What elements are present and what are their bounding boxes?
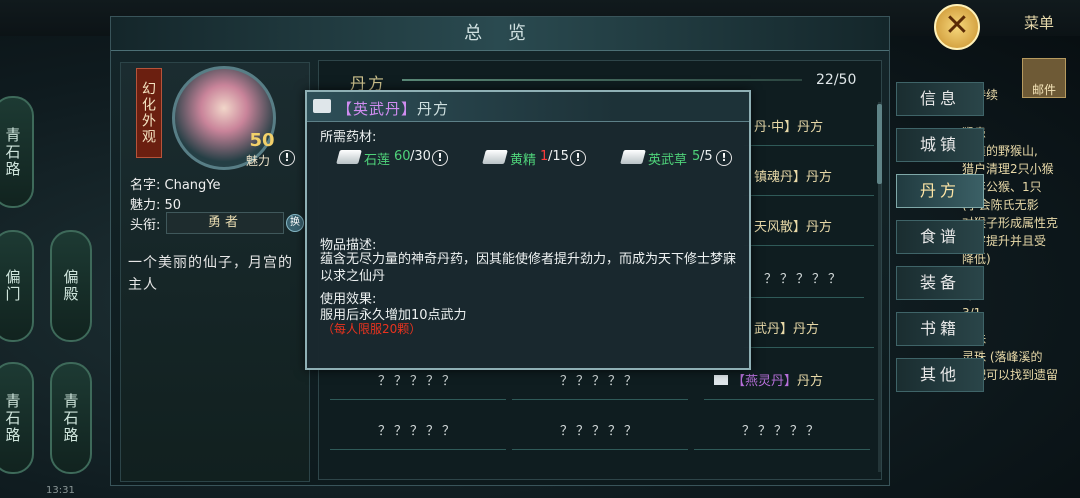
appearance-button[interactable]: 幻化外观: [136, 68, 162, 158]
recipe-cell[interactable]: 武丹】丹方: [744, 312, 874, 348]
material-name: 英武草: [648, 153, 688, 168]
recipe-cell[interactable]: ？？？？？: [512, 414, 688, 450]
recipe-name: 镇魂丹】丹方: [754, 170, 833, 185]
tooltip-title: 【英武丹】丹方: [337, 98, 449, 119]
tooltip-header: 【英武丹】丹方: [307, 92, 749, 122]
recipe-name: ？？？？？: [763, 272, 844, 287]
material-need: /30: [410, 149, 431, 164]
tab-town[interactable]: 城镇: [896, 128, 984, 162]
map-node-5[interactable]: 青石路: [50, 362, 92, 474]
recipe-count: 22/50: [816, 72, 857, 88]
map-node-2[interactable]: 偏门: [0, 230, 34, 342]
mail-button[interactable]: 邮件: [1022, 58, 1066, 98]
description-text: 蕴含无尽力量的神奇丹药，因其能使修者提升劲力，而成为天下修士梦寐以求之仙丹: [320, 252, 737, 284]
tab-cookbook[interactable]: 食谱: [896, 220, 984, 254]
material-icon: [620, 150, 646, 164]
map-node-label: 青石路: [3, 392, 22, 444]
material-have: 60: [394, 149, 411, 164]
recipe-cell[interactable]: ？？？？？: [694, 414, 870, 450]
recipe-cell[interactable]: 镇魂丹】丹方: [744, 160, 874, 196]
map-node-label: 偏门: [3, 269, 22, 303]
charm-badge: 50: [249, 130, 275, 151]
scrollbar-thumb[interactable]: [877, 104, 882, 184]
material-name: 黄精: [510, 153, 537, 168]
charm-label: 魅力: [246, 154, 271, 168]
recipe-tag: 【燕灵丹】: [732, 374, 798, 389]
recipe-cell[interactable]: 天风散】丹方: [744, 210, 874, 246]
recipe-name: ？？？？？: [559, 374, 640, 389]
material-name: 石莲: [364, 153, 391, 168]
tab-info[interactable]: 信息: [896, 82, 984, 116]
window-title: 总 览: [111, 17, 889, 51]
material-icon: [482, 150, 508, 164]
recipe-cell[interactable]: ？？？？？: [744, 262, 864, 298]
materials-label: 所需药材:: [320, 130, 377, 145]
tooltip-title-tag: 【英武丹】: [337, 100, 418, 118]
recipe-name: 丹·中】丹方: [754, 120, 824, 135]
recipe-cell[interactable]: ？？？？？: [330, 414, 506, 450]
character-bio: 一个美丽的仙子，月宫的主人: [128, 255, 293, 293]
map-node-3[interactable]: 偏殿: [50, 230, 92, 342]
recipe-name: ？？？？？: [377, 374, 458, 389]
menu-button[interactable]: 菜单: [1024, 12, 1054, 33]
section-divider: [402, 79, 802, 81]
scroll-icon: [313, 99, 331, 113]
character-charm: 魅力: 50: [130, 198, 182, 213]
material-icon: [336, 150, 362, 164]
tab-recipes[interactable]: 丹方: [896, 174, 984, 208]
map-node-label: 偏殿: [61, 269, 80, 303]
recipe-name: 天风散】丹方: [754, 220, 833, 235]
status-time: 13:31: [46, 485, 75, 496]
tooltip-title-rest: 丹方: [417, 100, 450, 118]
recipe-suffix: 丹方: [797, 374, 824, 389]
tab-other[interactable]: 其他: [896, 358, 984, 392]
info-icon[interactable]: !: [279, 150, 295, 166]
material-need: /5: [700, 149, 713, 164]
close-icon: ✕: [944, 8, 970, 43]
map-node-label: 青石路: [3, 126, 22, 178]
info-icon[interactable]: !: [570, 150, 586, 166]
recipe-name: 武丹】丹方: [754, 322, 820, 337]
tab-equipment[interactable]: 装备: [896, 266, 984, 300]
recipe-name: ？？？？？: [559, 424, 640, 439]
info-icon[interactable]: !: [432, 150, 448, 166]
recipe-name: ？？？？？: [741, 424, 822, 439]
material-need: /15: [548, 149, 569, 164]
tab-books[interactable]: 书籍: [896, 312, 984, 346]
title-label: 头衔:: [130, 218, 161, 233]
map-node-4[interactable]: 青石路: [0, 362, 34, 474]
recipe-name: ？？？？？: [377, 424, 458, 439]
swap-title-button[interactable]: 换: [286, 214, 304, 232]
map-node-label: 青石路: [61, 392, 80, 444]
recipe-cell[interactable]: 丹·中】丹方: [744, 110, 874, 146]
character-name: 名字: ChangYe: [130, 178, 221, 193]
info-icon[interactable]: !: [716, 150, 732, 166]
limit-text: （每人限服20颗）: [322, 322, 422, 336]
scroll-icon: [714, 375, 728, 385]
title-value: 勇者: [166, 212, 284, 234]
close-button[interactable]: ✕: [934, 4, 980, 50]
map-node-1[interactable]: 青石路: [0, 96, 34, 208]
